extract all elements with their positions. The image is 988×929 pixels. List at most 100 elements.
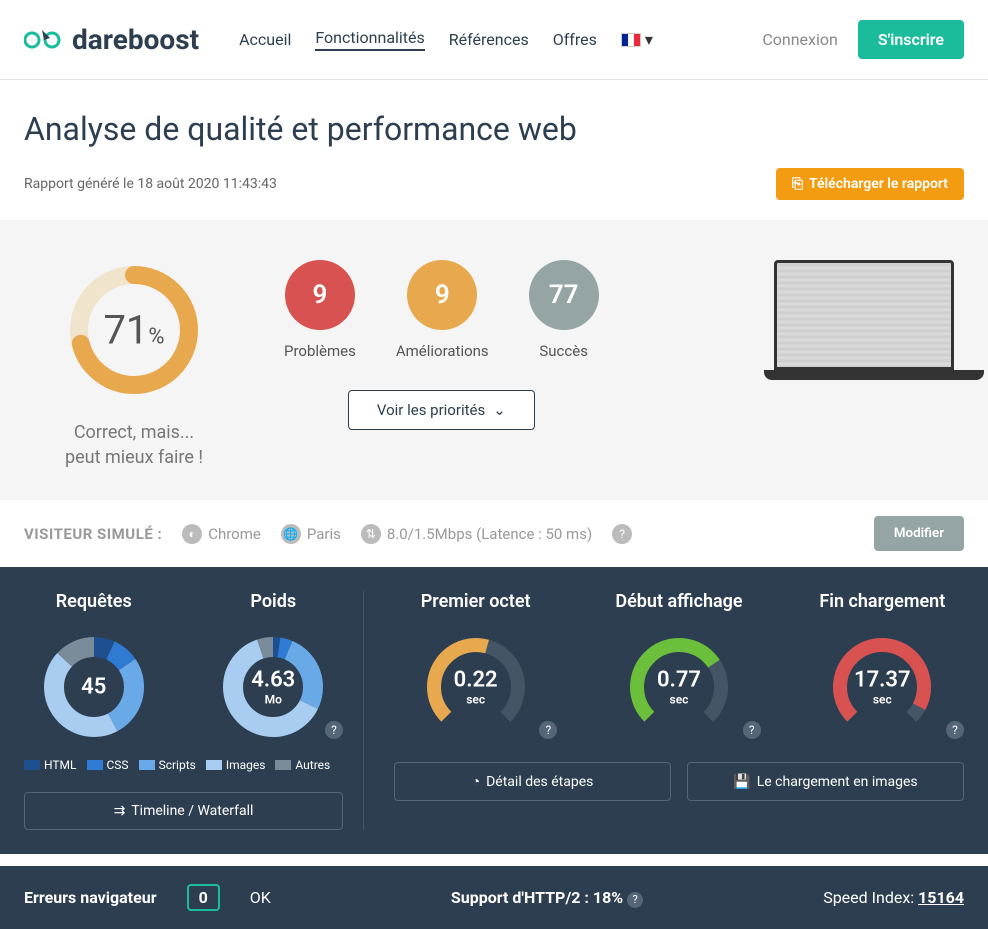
speed-index-section: Speed Index: 15164 (823, 888, 964, 907)
timeline-label: Timeline / Waterfall (131, 803, 253, 819)
filmstrip-label: Le chargement en images (757, 774, 918, 790)
start-render-unit: sec (657, 693, 701, 707)
signup-button[interactable]: S'inscrire (858, 20, 964, 59)
filmstrip-button[interactable]: 💾 Le chargement en images (687, 762, 964, 801)
main-nav: Accueil Fonctionnalités Références Offre… (239, 28, 762, 51)
chrome-icon: ◐ (182, 524, 202, 544)
legend-css: CSS (87, 758, 129, 772)
login-link[interactable]: Connexion (762, 30, 837, 49)
ttfb-title: Premier octet (394, 591, 557, 612)
errors-label: Erreurs navigateur (24, 888, 157, 907)
score-pct: % (148, 325, 164, 350)
globe-icon: 🌐 (281, 524, 301, 544)
start-render-title: Début affichage (597, 591, 760, 612)
success-count: 77 (529, 260, 599, 330)
ttfb-unit: sec (454, 693, 498, 707)
flag-fr-icon (621, 33, 641, 47)
steps-detail-button[interactable]: ◔ Détail des étapes (394, 762, 671, 801)
metric-weight: Poids 4.63 Mo ? (204, 591, 344, 742)
ttfb-value: 0.22 (454, 668, 498, 693)
score-value: 71% (103, 307, 164, 354)
metrics-left: Requêtes 45 Poids (24, 591, 364, 830)
requests-title: Requêtes (24, 591, 164, 612)
report-meta: Rapport généré le 18 août 2020 11:43:43 … (24, 168, 964, 200)
nav-home[interactable]: Accueil (239, 30, 291, 49)
page-title: Analyse de qualité et performance web (24, 110, 964, 148)
steps-label: Détail des étapes (486, 774, 593, 790)
view-priorities-button[interactable]: Voir les priorités ⌄ (348, 390, 535, 430)
counter-success: 77 Succès (529, 260, 599, 360)
screenshot-preview[interactable] (764, 260, 964, 380)
counter-problems: 9 Problèmes (284, 260, 356, 360)
errors-count: 0 (187, 884, 220, 911)
download-label: Télécharger le rapport (809, 176, 948, 192)
visitor-location: 🌐 Paris (281, 524, 341, 544)
counters: 9 Problèmes 9 Améliorations 77 Succès (284, 260, 599, 360)
nav-features[interactable]: Fonctionnalités (315, 28, 424, 51)
laptop-screen-icon (774, 260, 954, 370)
help-icon[interactable]: ? (946, 721, 964, 739)
score-block: 71% Correct, mais... peut mieux faire ! (24, 260, 244, 470)
brand-logo[interactable]: dareboost (24, 23, 199, 56)
weight-title: Poids (204, 591, 344, 612)
weight-donut: 4.63 Mo (218, 632, 328, 742)
success-label: Succès (529, 342, 599, 360)
summary-section: 71% Correct, mais... peut mieux faire ! … (0, 220, 988, 500)
visitor-browser: ◐ Chrome (182, 524, 261, 544)
bandwidth-value: 8.0/1.5Mbps (Latence : 50 ms) (387, 525, 592, 543)
nav-offers[interactable]: Offres (553, 30, 597, 49)
help-icon[interactable]: ? (539, 721, 557, 739)
waterfall-icon: ⇉ (114, 803, 126, 819)
main-header: dareboost Accueil Fonctionnalités Référe… (0, 0, 988, 80)
start-render-value: 0.77 (657, 668, 701, 693)
help-icon[interactable]: ? (612, 524, 632, 544)
metric-ttfb: Premier octet 0.22 sec ? (394, 591, 557, 742)
save-icon: 💾 (733, 774, 750, 790)
improvements-label: Améliorations (396, 342, 489, 360)
score-label: Correct, mais... peut mieux faire ! (24, 420, 244, 470)
help-icon[interactable]: ? (627, 892, 643, 908)
ttfb-gauge: 0.22 sec (421, 632, 531, 742)
clock-icon: ◔ (472, 773, 480, 790)
legend-other: Autres (275, 758, 330, 772)
weight-legend: HTML CSS Scripts Images Autres (24, 758, 343, 772)
modify-button[interactable]: Modifier (874, 516, 964, 551)
http2-value: 18% (593, 888, 623, 907)
report-date: Rapport généré le 18 août 2020 11:43:43 (24, 176, 277, 192)
laptop-base-icon (764, 370, 984, 380)
speed-label: Speed Index: (823, 888, 914, 907)
score-label-2: peut mieux faire ! (24, 445, 244, 470)
improvements-count: 9 (407, 260, 477, 330)
nav-references[interactable]: Références (449, 30, 529, 49)
legend-images: Images (206, 758, 266, 772)
legend-html: HTML (24, 758, 77, 772)
visitor-label: VISITEUR SIMULÉ : (24, 525, 162, 543)
chevron-down-icon: ⌄ (493, 401, 506, 419)
brand-name: dareboost (72, 23, 199, 56)
legend-scripts: Scripts (139, 758, 196, 772)
weight-value: 4.63 (251, 668, 295, 693)
speed-value[interactable]: 15164 (918, 888, 964, 907)
metrics-panel: Requêtes 45 Poids (0, 567, 988, 854)
errors-status: OK (250, 888, 271, 907)
load-unit: sec (854, 693, 911, 707)
help-icon[interactable]: ? (325, 721, 343, 739)
start-render-gauge: 0.77 sec (624, 632, 734, 742)
location-name: Paris (307, 525, 341, 543)
score-label-1: Correct, mais... (24, 420, 244, 445)
nav-right: Connexion S'inscrire (762, 20, 964, 59)
timeline-button[interactable]: ⇉ Timeline / Waterfall (24, 792, 343, 830)
metric-load: Fin chargement 17.37 sec ? (801, 591, 964, 742)
language-selector[interactable]: ▾ (621, 30, 653, 49)
counter-improvements: 9 Améliorations (396, 260, 489, 360)
requests-value: 45 (81, 675, 106, 700)
load-gauge: 17.37 sec (827, 632, 937, 742)
metric-start-render: Début affichage 0.77 sec ? (597, 591, 760, 742)
download-icon: ⎘ (792, 176, 803, 192)
download-report-button[interactable]: ⎘ Télécharger le rapport (776, 168, 964, 200)
requests-donut: 45 (39, 632, 149, 742)
rocket-icon (24, 26, 64, 54)
transfer-icon: ⇅ (361, 524, 381, 544)
help-icon[interactable]: ? (743, 721, 761, 739)
weight-unit: Mo (251, 693, 295, 707)
